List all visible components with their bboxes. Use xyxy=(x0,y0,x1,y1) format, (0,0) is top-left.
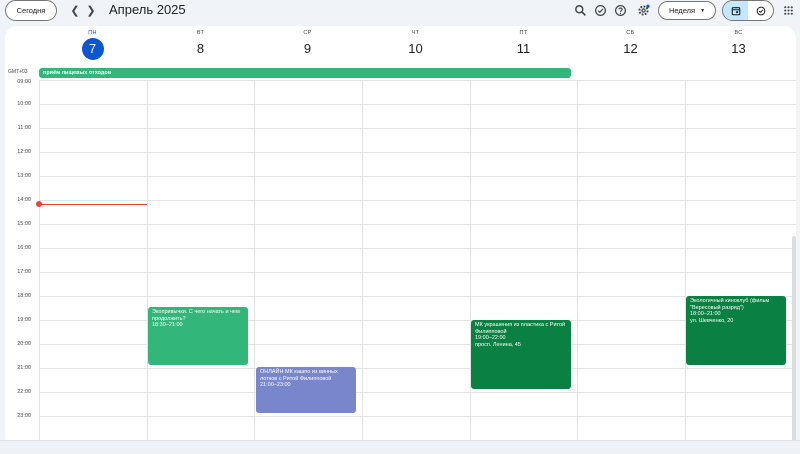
hour-line xyxy=(39,368,796,369)
day-header-wed[interactable]: СР 9 xyxy=(254,30,361,60)
hour-line xyxy=(39,248,796,249)
hour-line xyxy=(39,176,796,177)
hour-line xyxy=(39,416,796,417)
view-select-label: Неделя xyxy=(668,6,696,15)
event-title: МК украшения из пластика с Ритой Филиппо… xyxy=(475,322,566,335)
calendar-app: Сегодня ❮ ❯ Апрель 2025 Неделя ▼ ПН 7 ВТ… xyxy=(0,0,800,454)
day-header-sat[interactable]: СБ 12 xyxy=(577,30,684,60)
hour-line xyxy=(39,200,796,201)
day-divider xyxy=(39,80,40,440)
timezone-label: GMT+03 xyxy=(8,69,28,75)
day-header-tue[interactable]: ВТ 8 xyxy=(147,30,254,60)
event-location: просп. Ленина, 45 xyxy=(475,341,521,348)
event-location: ул. Шевченко, 20 xyxy=(690,317,734,324)
day-header-sun[interactable]: ВС 13 xyxy=(685,30,792,60)
day-divider xyxy=(362,80,363,440)
hour-label: 19:00 xyxy=(17,317,31,323)
next-week-icon[interactable]: ❯ xyxy=(84,1,98,19)
day-number[interactable]: 13 xyxy=(728,38,750,60)
current-time-line xyxy=(39,204,147,205)
month-title: Апрель 2025 xyxy=(109,2,186,17)
bottom-strip xyxy=(0,440,800,454)
allday-event[interactable]: приём пищевых отходов xyxy=(39,68,571,78)
event-title: Экологичный киноклуб (фильм "Вересовый р… xyxy=(690,298,770,311)
event-title: ОНЛАЙН МК кашпо из винных лотков с Ритой… xyxy=(260,369,338,382)
hour-line xyxy=(39,80,796,81)
hour-line xyxy=(39,152,796,153)
hour-label: 11:00 xyxy=(17,125,31,131)
day-of-week: ПН xyxy=(88,30,97,36)
top-toolbar: Сегодня ❮ ❯ Апрель 2025 Неделя ▼ xyxy=(0,0,800,24)
settings-icon[interactable] xyxy=(635,2,651,18)
view-toggle xyxy=(722,0,774,21)
hour-label: 20:00 xyxy=(17,341,31,347)
event-card[interactable]: Экологичный киноклуб (фильм "Вересовый р… xyxy=(686,296,786,365)
day-of-week: ВТ xyxy=(196,30,205,36)
day-number[interactable]: 7 xyxy=(81,38,104,60)
prev-week-icon[interactable]: ❮ xyxy=(68,1,82,19)
offline-check-icon[interactable] xyxy=(592,2,608,18)
chevron-down-icon: ▼ xyxy=(700,7,706,14)
hour-label: 17:00 xyxy=(17,269,31,275)
week-view-panel: ПН 7 ВТ 8 СР 9 ЧТ 10 ПТ 11 СБ 12 ВС 13 G… xyxy=(5,26,796,440)
calendar-view-icon[interactable] xyxy=(723,1,748,20)
hour-line xyxy=(39,104,796,105)
event-card[interactable]: МК украшения из пластика с Ритой Филиппо… xyxy=(471,320,571,389)
hour-line xyxy=(39,224,796,225)
day-of-week: СР xyxy=(303,30,312,36)
event-card[interactable]: ОНЛАЙН МК кашпо из винных лотков с Ритой… xyxy=(256,367,356,413)
hour-label: 12:00 xyxy=(17,149,31,155)
hour-label: 22:00 xyxy=(17,389,31,395)
time-grid: 09:00 10:00 11:00 12:00 13:00 14:00 15:0… xyxy=(5,79,796,440)
day-number[interactable]: 8 xyxy=(190,38,212,60)
hour-label: 18:00 xyxy=(17,293,31,299)
day-number[interactable]: 9 xyxy=(297,38,319,60)
day-header-mon[interactable]: ПН 7 xyxy=(39,30,146,60)
hour-line xyxy=(39,272,796,273)
hour-label: 16:00 xyxy=(17,245,31,251)
search-icon[interactable] xyxy=(572,2,588,18)
today-button[interactable]: Сегодня xyxy=(5,0,57,21)
hour-line xyxy=(39,128,796,129)
day-header-thu[interactable]: ЧТ 10 xyxy=(362,30,469,60)
event-time: 18:30–21:00 xyxy=(152,322,183,328)
hour-line xyxy=(39,296,796,297)
day-divider xyxy=(147,80,148,440)
event-title: Экопривычки. С чего начать и чем продолж… xyxy=(152,309,240,322)
hour-label: 15:00 xyxy=(17,221,31,227)
day-number[interactable]: 11 xyxy=(513,38,535,60)
hour-label: 21:00 xyxy=(17,365,31,371)
day-divider xyxy=(685,80,686,440)
hour-label: 14:00 xyxy=(17,197,31,203)
day-number[interactable]: 12 xyxy=(620,38,642,60)
event-time: 21:00–23:00 xyxy=(260,382,291,388)
hour-label: 10:00 xyxy=(17,101,31,107)
current-time-dot xyxy=(36,201,42,207)
day-of-week: ПТ xyxy=(519,30,528,36)
vertical-scrollbar[interactable] xyxy=(792,236,796,440)
event-card[interactable]: Экопривычки. С чего начать и чем продолж… xyxy=(148,307,248,365)
day-divider xyxy=(577,80,578,440)
day-header-fri[interactable]: ПТ 11 xyxy=(470,30,577,60)
day-of-week: СБ xyxy=(626,30,635,36)
help-icon[interactable] xyxy=(612,2,628,18)
day-of-week: ЧТ xyxy=(411,30,420,36)
view-select[interactable]: Неделя ▼ xyxy=(658,1,716,20)
hour-line xyxy=(39,392,796,393)
hour-label: 13:00 xyxy=(17,173,31,179)
apps-grid-icon[interactable] xyxy=(780,2,796,18)
day-divider xyxy=(254,80,255,440)
tasks-view-icon[interactable] xyxy=(748,1,773,20)
hour-label: 09:00 xyxy=(17,79,31,85)
hour-label: 23:00 xyxy=(17,413,31,419)
day-number[interactable]: 10 xyxy=(405,38,427,60)
day-of-week: ВС xyxy=(734,30,743,36)
